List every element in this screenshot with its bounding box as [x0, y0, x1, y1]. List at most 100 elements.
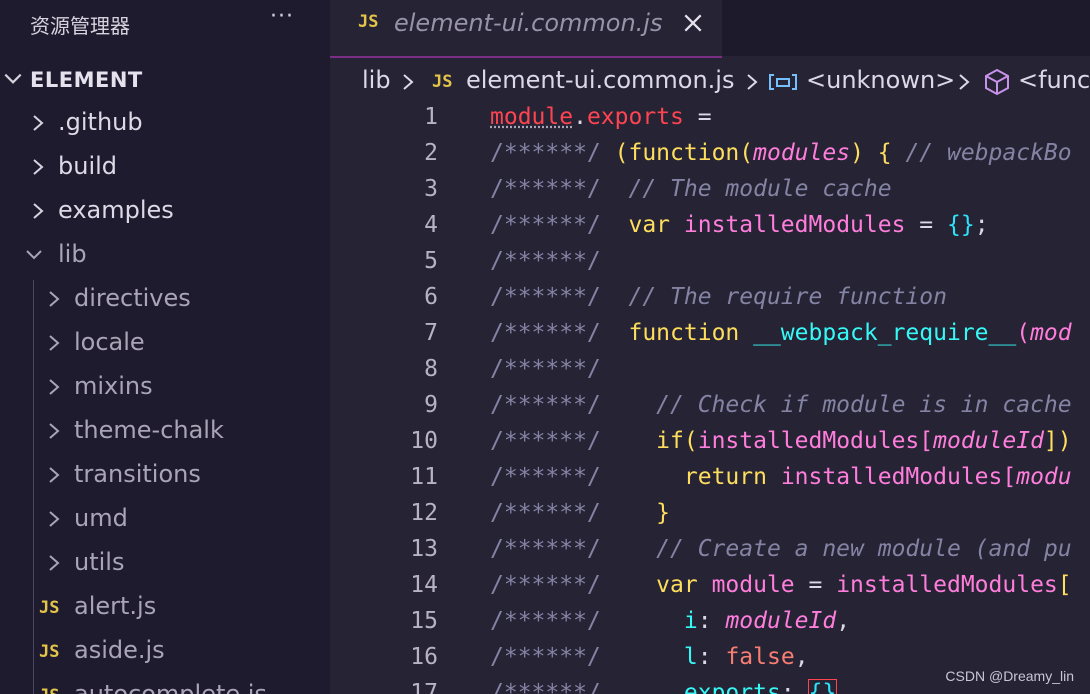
- code-token: if(: [656, 428, 698, 454]
- breadcrumb-file[interactable]: element-ui.common.js: [466, 66, 734, 94]
- code-comment: /******/: [490, 140, 601, 166]
- tree-folder-directives[interactable]: directives: [0, 278, 330, 322]
- tree-folder-examples[interactable]: examples: [0, 190, 330, 234]
- code-token: i: [683, 608, 698, 634]
- code-token: {}: [946, 212, 975, 238]
- tree-item-label: theme-chalk: [74, 416, 224, 444]
- code-line: 9 /******/ // Check if module is in cach…: [330, 390, 1090, 426]
- code-comment: /******/: [490, 356, 601, 382]
- code-comment: /******/: [490, 320, 601, 346]
- line-number: 12: [410, 500, 438, 526]
- code-token: (function(: [614, 140, 754, 166]
- code-token: :: [697, 608, 726, 634]
- chevron-right-icon: [33, 203, 44, 219]
- tree-folder-transitions[interactable]: transitions: [0, 454, 330, 498]
- more-actions-icon[interactable]: ···: [270, 4, 294, 29]
- js-file-icon: JS: [39, 642, 60, 662]
- chevron-right-icon: [49, 379, 60, 395]
- code-token: modules: [753, 140, 851, 166]
- code-line: 3 /******/ // The module cache: [330, 174, 1090, 210]
- chevron-down-icon: [4, 73, 22, 84]
- code-token: ;: [974, 212, 989, 238]
- breadcrumb-folder[interactable]: lib: [362, 66, 391, 94]
- code-token: ,: [836, 608, 851, 634]
- code-editor[interactable]: 1 module.exports = 2 /******/ (function(…: [330, 102, 1090, 694]
- code-token: var: [656, 572, 712, 598]
- code-token: exports: [586, 104, 684, 130]
- line-number: 3: [424, 176, 438, 202]
- chevron-right-icon: [49, 335, 60, 351]
- tree-folder-lib[interactable]: lib: [0, 234, 330, 278]
- breadcrumb-function[interactable]: <funct: [1018, 66, 1090, 94]
- code-token: [: [1057, 572, 1072, 598]
- tree-item-label: umd: [74, 504, 128, 532]
- tree-item-label: .github: [58, 108, 143, 136]
- code-token: var: [628, 212, 684, 238]
- tree-folder-mixins[interactable]: mixins: [0, 366, 330, 410]
- code-token: :: [780, 680, 809, 694]
- code-comment: // Create a new module (and pu: [656, 536, 1072, 562]
- code-token: installedModules: [780, 464, 1003, 490]
- chevron-down-icon: [26, 250, 42, 260]
- watermark: CSDN @Dreamy_lin: [945, 668, 1074, 684]
- tree-folder-locale[interactable]: locale: [0, 322, 330, 366]
- tree-item-label: alert.js: [74, 592, 157, 620]
- line-number: 5: [424, 248, 438, 274]
- tree-item-label: examples: [58, 196, 174, 224]
- tree-folder-build[interactable]: build: [0, 146, 330, 190]
- code-comment: /******/: [490, 284, 601, 310]
- line-number: 8: [424, 356, 438, 382]
- code-comment: /******/: [490, 464, 601, 490]
- code-comment: /******/: [490, 248, 601, 274]
- code-line: 14 /******/ var module = installedModule…: [330, 570, 1090, 606]
- code-token: exports: [683, 680, 781, 694]
- code-comment: /******/: [490, 392, 601, 418]
- code-comment: // webpackBo: [905, 140, 1072, 166]
- line-number: 1: [424, 104, 438, 130]
- tree-item-label: build: [58, 152, 118, 180]
- breadcrumb-symbol[interactable]: <unknown>: [806, 66, 955, 94]
- code-line: 13 /******/ // Create a new module (and …: [330, 534, 1090, 570]
- code-line: 11 /******/ return installedModules[modu: [330, 462, 1090, 498]
- code-comment: /******/: [490, 644, 601, 670]
- tree-folder-theme-chalk[interactable]: theme-chalk: [0, 410, 330, 454]
- tree-file-autocomplete[interactable]: JS autocomplete.js: [0, 674, 330, 694]
- code-comment: /******/: [490, 212, 601, 238]
- js-file-icon: JS: [358, 12, 379, 32]
- code-line: 10 /******/ if(installedModules[moduleId…: [330, 426, 1090, 462]
- code-token: return: [683, 464, 781, 490]
- tree-folder-utils[interactable]: utils: [0, 542, 330, 586]
- close-icon[interactable]: [682, 12, 704, 34]
- workspace-section-header[interactable]: ELEMENT: [0, 60, 330, 100]
- tree-item-label: lib: [58, 240, 87, 268]
- code-token: function: [628, 320, 754, 346]
- code-token: installedModules: [683, 212, 906, 238]
- symbol-variable-icon: [769, 74, 797, 90]
- breadcrumb: lib JS element-ui.common.js <unknown> <f…: [330, 60, 1090, 104]
- code-token: [: [919, 428, 934, 454]
- js-file-icon: JS: [39, 598, 60, 618]
- explorer-header: 资源管理器 ···: [0, 0, 330, 48]
- tree-file-alert[interactable]: JS alert.js: [0, 586, 330, 630]
- code-token: =: [905, 212, 947, 238]
- tab-element-ui-common[interactable]: JS element-ui.common.js: [330, 0, 722, 58]
- code-line: 5 /******/: [330, 246, 1090, 282]
- line-number: 15: [410, 608, 438, 634]
- code-token: l: [683, 644, 698, 670]
- tab-bar: JS element-ui.common.js: [330, 0, 1090, 58]
- cube-icon: [985, 68, 1009, 96]
- code-line: 8 /******/: [330, 354, 1090, 390]
- line-number: 13: [410, 536, 438, 562]
- line-number: 6: [424, 284, 438, 310]
- tree-file-aside[interactable]: JS aside.js: [0, 630, 330, 674]
- chevron-right-icon: [49, 511, 60, 527]
- tree-folder-umd[interactable]: umd: [0, 498, 330, 542]
- tree-item-label: directives: [74, 284, 191, 312]
- code-token: false: [725, 644, 795, 670]
- js-file-icon: JS: [432, 72, 453, 92]
- code-token: moduleId: [933, 428, 1044, 454]
- tree-folder-github[interactable]: .github: [0, 102, 330, 146]
- code-token: module: [490, 104, 574, 130]
- code-token: {}: [807, 679, 838, 694]
- code-token: module: [711, 572, 795, 598]
